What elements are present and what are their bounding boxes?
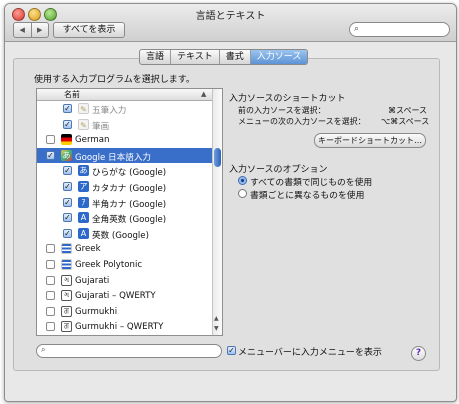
list-item-checkbox[interactable]: ✓ xyxy=(63,119,72,129)
fullwidth-alpha-icon: A xyxy=(78,212,89,224)
list-item[interactable]: ✓ あ Google 日本語入力 xyxy=(37,147,212,164)
list-item[interactable]: ✓ アカタカナ (Google) xyxy=(37,179,212,195)
show-input-menu-label: メニューバーに入力メニューを表示 xyxy=(238,348,382,358)
list-item-checkbox[interactable] xyxy=(46,259,55,269)
list-scrollbar[interactable]: ▲ ▼ xyxy=(212,89,222,335)
list-item-checkbox[interactable] xyxy=(46,244,55,254)
input-source-list: 名前 ▲ ✓ ✎ 五筆入力 ✓ ✎ 筆画 German ✓ あ Google 日本語入力 ✓ あひらが… xyxy=(36,88,223,336)
search-field[interactable]: ⌕ xyxy=(349,22,450,37)
list-item[interactable]: ✓ ｱ半角カナ (Google) xyxy=(37,195,212,211)
list-item[interactable]: ✓ あひらがな (Google) xyxy=(37,163,212,179)
list-item-label: Gurmukhi – QWERTY xyxy=(75,322,164,333)
hiragana-icon: あ xyxy=(78,165,89,177)
flag-greece-icon xyxy=(61,243,72,255)
sort-ascending-icon: ▲ xyxy=(201,90,207,98)
google-ime-icon: あ xyxy=(61,149,72,161)
radio-same-for-all-label: すべての書類で同じものを使用 xyxy=(250,178,373,188)
back-arrow-icon[interactable]: ◀ xyxy=(14,23,31,37)
titlebar: 言語とテキスト ◀ ▶ すべてを表示 ⌕ xyxy=(5,4,456,42)
list-item[interactable]: German xyxy=(37,132,212,148)
next-source-key: ⌥⌘スペース xyxy=(381,117,430,126)
next-source-label: メニューの次の入力ソースを選択： xyxy=(238,117,366,126)
list-item-label: 五筆入力 xyxy=(92,106,127,116)
flag-germany-icon xyxy=(61,134,72,146)
list-item-label: Greek xyxy=(75,244,101,255)
keyboard-shortcuts-button[interactable]: キーボードショートカット… xyxy=(314,133,426,148)
radio-per-document[interactable] xyxy=(238,189,247,198)
forward-arrow-icon[interactable]: ▶ xyxy=(30,23,49,37)
list-item-label: Google 日本語入力 xyxy=(75,152,152,163)
list-item-checkbox[interactable] xyxy=(46,322,55,332)
list-item-checkbox[interactable]: ✓ xyxy=(46,150,55,160)
list-item-checkbox[interactable] xyxy=(46,135,55,145)
list-item-checkbox[interactable]: ✓ xyxy=(63,166,72,176)
list-item[interactable]: ✓ ✎ 五筆入力 xyxy=(37,101,212,117)
tab-2[interactable]: 書式 xyxy=(220,50,251,64)
search-icon: ⌕ xyxy=(354,24,360,34)
katakana-icon: ア xyxy=(78,180,89,192)
list-item[interactable]: ✓ A 全角英数 (Google) xyxy=(37,210,212,226)
back-forward-group: ◀ ▶ xyxy=(13,22,49,38)
list-item[interactable]: ગ Gujarati xyxy=(37,273,212,289)
prev-source-label: 前の入力ソースを選択： xyxy=(238,106,326,115)
flag-greece-icon xyxy=(61,258,72,270)
list-item[interactable]: ✓ ✎ 筆画 xyxy=(37,117,212,133)
list-rows: ✓ ✎ 五筆入力 ✓ ✎ 筆画 German ✓ あ Google 日本語入力 ✓ あひらがな (Go… xyxy=(37,101,212,335)
tab-3[interactable]: 入力ソース xyxy=(250,50,308,64)
tab-1[interactable]: テキスト xyxy=(171,50,220,64)
list-item[interactable]: Greek Polytonic xyxy=(37,257,212,273)
list-item-checkbox[interactable]: ✓ xyxy=(63,104,72,113)
list-item-checkbox[interactable]: ✓ xyxy=(63,228,72,238)
alpha-icon: A xyxy=(78,227,89,239)
instruction-text: 使用する入力プログラムを選択します。 xyxy=(34,75,195,85)
list-item-label: Gujarati – QWERTY xyxy=(75,291,156,302)
list-item-checkbox[interactable]: ✓ xyxy=(63,181,72,191)
list-item[interactable]: ਗ Gurmukhi – QWERTY xyxy=(37,319,212,335)
list-item-checkbox[interactable] xyxy=(46,291,55,301)
tab-0[interactable]: 言語 xyxy=(140,50,172,64)
search-icon: ⌕ xyxy=(41,345,46,354)
list-item[interactable]: Greek xyxy=(37,241,212,257)
list-item-label: Gujarati xyxy=(75,275,110,286)
gurmukhi-icon: ਗ xyxy=(61,321,72,333)
show-input-menu-checkbox[interactable]: ✓ xyxy=(227,346,236,355)
list-item-checkbox[interactable]: ✓ xyxy=(63,213,72,223)
scroll-down-icon[interactable]: ▼ xyxy=(214,325,219,332)
list-item-checkbox[interactable] xyxy=(46,275,55,285)
list-filter-search[interactable]: ⌕ xyxy=(36,344,222,358)
list-item-label: 半角カナ (Google) xyxy=(92,199,167,210)
radio-same-for-all[interactable] xyxy=(238,176,247,185)
gujarati-icon: ગ xyxy=(61,274,72,286)
shortcuts-heading: 入力ソースのショートカット xyxy=(229,94,346,104)
column-name-header[interactable]: 名前 xyxy=(64,89,80,100)
list-item[interactable]: ✓ A 英数 (Google) xyxy=(37,226,212,242)
list-item-label: Greek Polytonic xyxy=(75,259,143,270)
options-heading: 入力ソースのオプション xyxy=(229,165,328,175)
list-item-label: Gurmukhi xyxy=(75,306,118,317)
scroll-up-icon[interactable]: ▲ xyxy=(214,315,219,322)
window-title: 言語とテキスト xyxy=(195,11,266,22)
prev-source-key: ⌘スペース xyxy=(388,106,428,115)
help-button[interactable]: ? xyxy=(411,346,426,361)
gurmukhi-icon: ਗ xyxy=(61,305,72,317)
list-item-label: German xyxy=(75,135,110,146)
list-item-checkbox[interactable] xyxy=(46,306,55,316)
tab-bar: 言語 テキスト 書式 入力ソース xyxy=(139,49,309,65)
pen-icon: ✎ xyxy=(78,103,89,114)
radio-per-document-label: 書類ごとに異なるものを使用 xyxy=(250,191,365,201)
list-item-label: 全角英数 (Google) xyxy=(92,215,167,226)
list-item-checkbox[interactable]: ✓ xyxy=(63,197,72,207)
pen-icon: ✎ xyxy=(78,118,89,130)
list-item-label: カタカナ (Google) xyxy=(92,183,167,194)
scrollbar-thumb[interactable] xyxy=(214,148,221,167)
list-header[interactable]: 名前 ▲ xyxy=(37,89,212,101)
list-item-label: 筆画 xyxy=(92,121,110,132)
list-item-label: ひらがな (Google) xyxy=(92,168,167,179)
half-katakana-icon: ｱ xyxy=(78,196,89,208)
list-item-label: 英数 (Google) xyxy=(92,230,149,241)
list-item[interactable]: ગ Gujarati – QWERTY xyxy=(37,288,212,304)
list-item[interactable]: ਗ Gurmukhi xyxy=(37,304,212,320)
show-all-button[interactable]: すべてを表示 xyxy=(53,22,125,38)
gujarati-icon: ગ xyxy=(61,290,72,302)
